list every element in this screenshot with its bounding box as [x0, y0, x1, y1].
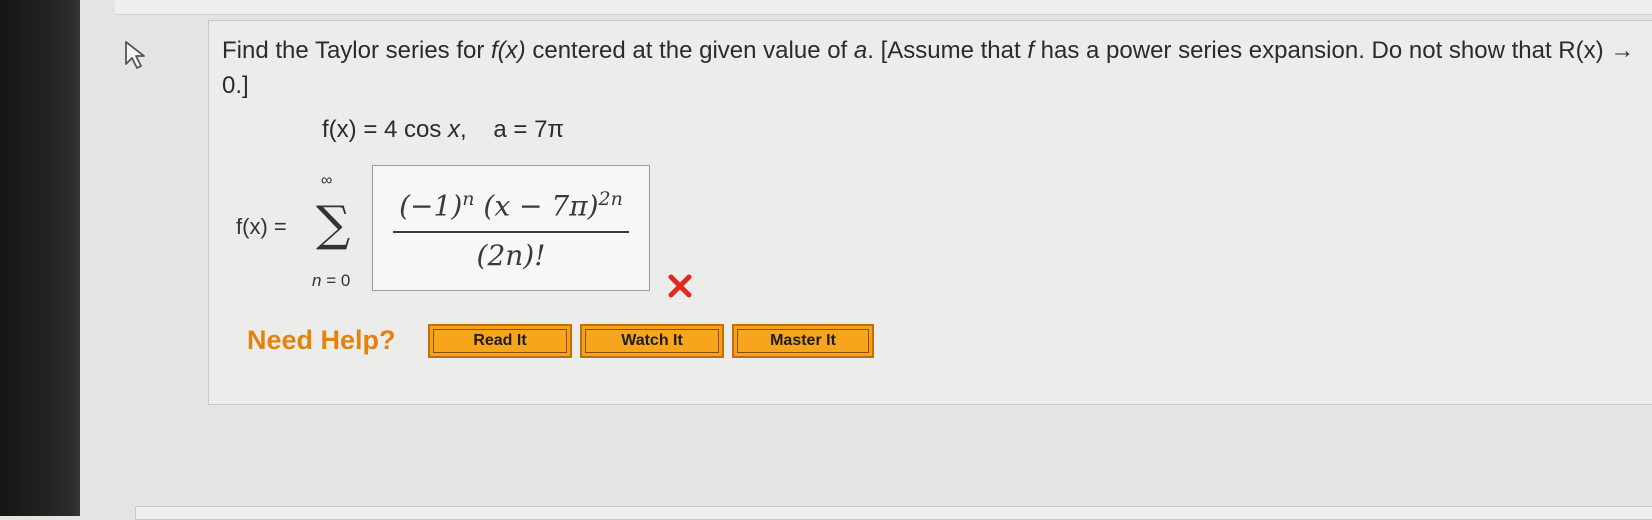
- master-it-label: Master It: [737, 329, 869, 353]
- sigma-symbol: ∑: [316, 196, 351, 252]
- question-text: Find the Taylor series for f(x) centered…: [222, 37, 1635, 99]
- answer-denominator: (2n)!: [476, 239, 546, 272]
- master-it-button[interactable]: Master It: [732, 324, 874, 358]
- screen-bezel: [0, 0, 80, 516]
- read-it-button[interactable]: Read It: [428, 324, 572, 358]
- x-mark-icon: [668, 274, 692, 298]
- read-it-label: Read It: [433, 329, 567, 353]
- need-help-label: Need Help?: [247, 325, 396, 355]
- function-definition: f(x) = 4 cos x, a = 7π: [322, 116, 564, 143]
- answer-input-box[interactable]: (−1)n (x − 7π)2n (2n)!: [372, 165, 650, 291]
- pointer-cursor-icon: [125, 41, 145, 69]
- sigma-lower-limit: n = 0: [312, 271, 351, 290]
- watch-it-label: Watch It: [585, 329, 719, 353]
- answer-numerator: (−1)n (x − 7π)2n: [399, 188, 623, 223]
- sigma-upper-limit: ∞: [321, 172, 333, 189]
- answer-fraction: (−1)n (x − 7π)2n (2n)!: [373, 166, 649, 290]
- series-lhs: f(x) =: [236, 214, 287, 239]
- fraction-bar: [393, 231, 629, 233]
- previous-question-panel: [115, 0, 1652, 15]
- watch-it-button[interactable]: Watch It: [580, 324, 724, 358]
- next-question-panel: [135, 506, 1652, 520]
